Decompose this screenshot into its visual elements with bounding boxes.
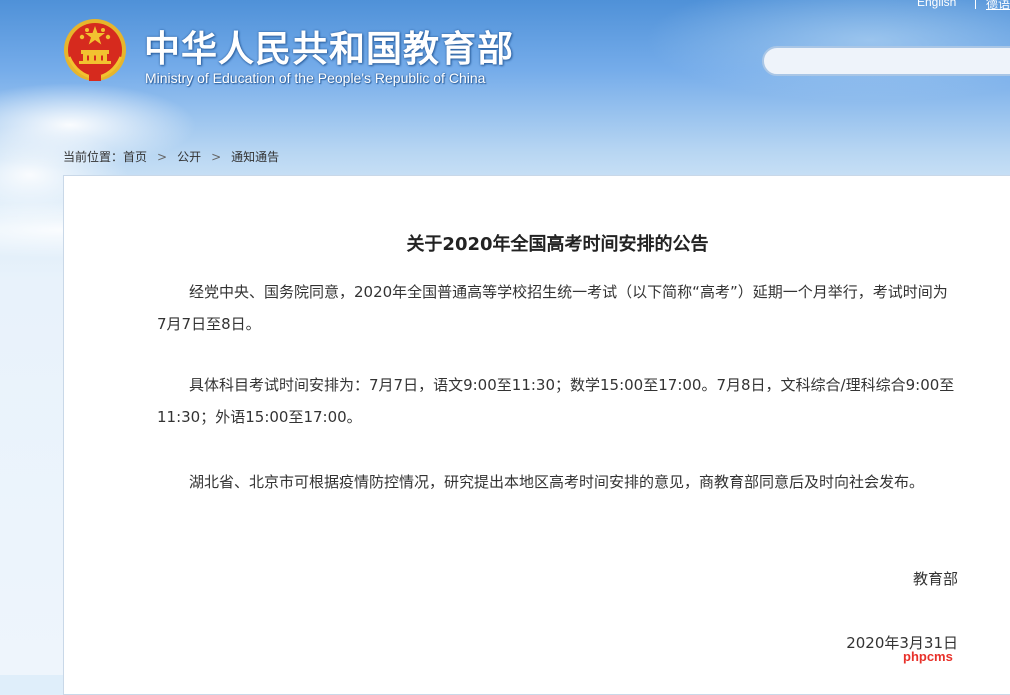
- site-title-english: Ministry of Education of the People's Re…: [145, 70, 486, 86]
- chevron-right-icon: >: [211, 150, 222, 164]
- national-emblem-icon: [63, 17, 127, 83]
- search-input[interactable]: [762, 46, 1010, 76]
- language-divider: [975, 0, 976, 9]
- site-title-chinese: 中华人民共和国教育部: [144, 29, 515, 70]
- chevron-right-icon: >: [157, 150, 168, 164]
- article-paragraph: 湖北省、北京市可根据疫情防控情况，研究提出本地区高考时间安排的意见，商教育部同意…: [189, 473, 925, 491]
- language-other-link[interactable]: 德语: [986, 0, 1010, 12]
- breadcrumb-prefix: 当前位置：: [63, 150, 124, 164]
- language-english-link[interactable]: English: [917, 0, 956, 9]
- breadcrumb: 当前位置：首页 > 公开 > 通知通告: [63, 148, 279, 165]
- article-paragraph: 经党中央、国务院同意，2020年全国普通高等学校招生统一考试（以下简称“高考”）…: [157, 283, 948, 333]
- article-title: 关于2020年全国高考时间安排的公告: [406, 234, 709, 255]
- article-paragraph: 具体科目考试时间安排为：7月7日，语文9:00至11:30；数学15:00至17…: [157, 376, 955, 426]
- breadcrumb-notices[interactable]: 通知通告: [231, 150, 279, 164]
- breadcrumb-public[interactable]: 公开: [177, 150, 201, 164]
- article-signature: 教育部: [912, 570, 958, 588]
- breadcrumb-home[interactable]: 首页: [123, 150, 147, 164]
- watermark-logo: phpcms: [903, 649, 953, 664]
